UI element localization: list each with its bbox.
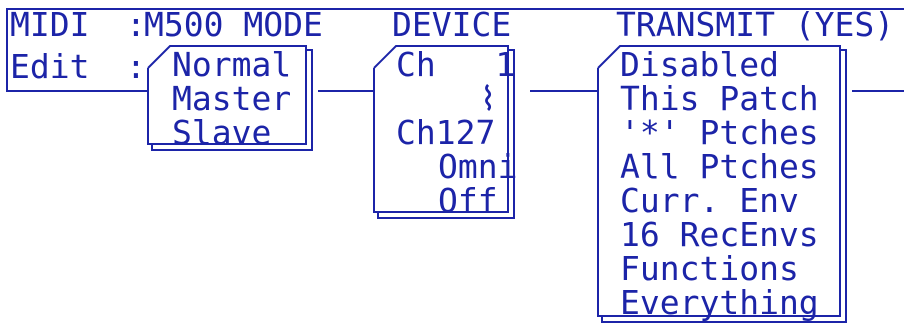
header-bottom-rule [6, 90, 152, 92]
transmit-option-this-patch[interactable]: This Patch [620, 82, 819, 115]
mode-title: M500 MODE [144, 5, 323, 44]
mode-option-normal[interactable]: Normal [172, 48, 291, 81]
device-menu[interactable]: Ch 1 ⌇ Ch127 Omni Off [373, 45, 530, 219]
device-option-omni[interactable]: Omni [438, 150, 517, 183]
midi-screen: MIDI : M500 MODE DEVICE TRANSMIT (YES) E… [0, 0, 904, 325]
transmit-option-16-rec-envs[interactable]: 16 RecEnvs [620, 218, 819, 251]
transmit-option-all-patches[interactable]: All Ptches [620, 150, 819, 183]
device-to-transmit-connector [530, 90, 598, 92]
device-title: DEVICE [392, 5, 512, 44]
mode-option-slave[interactable]: Slave [172, 116, 271, 149]
device-range-indicator: ⌇ [480, 79, 497, 118]
midi-label: MIDI [10, 5, 90, 44]
transmit-title: TRANSMIT (YES) [616, 5, 895, 44]
edit-separator: : [126, 47, 146, 86]
mode-menu[interactable]: Normal Master Slave [147, 45, 316, 151]
header-separator: : [126, 5, 146, 44]
transmit-option-functions[interactable]: Functions [620, 252, 799, 285]
device-option-off[interactable]: Off [438, 184, 498, 217]
transmit-trailing-connector [852, 90, 904, 92]
mode-to-device-connector [318, 90, 374, 92]
transmit-option-everything[interactable]: Everything [620, 286, 819, 319]
transmit-option-star-patches[interactable]: '*' Ptches [620, 116, 819, 149]
transmit-menu[interactable]: Disabled This Patch '*' Ptches All Ptche… [597, 45, 852, 326]
device-channel-last[interactable]: Ch127 [396, 116, 495, 149]
mode-option-master[interactable]: Master [172, 82, 291, 115]
device-channel-first[interactable]: Ch 1 [396, 48, 515, 81]
transmit-option-current-env[interactable]: Curr. Env [620, 184, 799, 217]
transmit-option-disabled[interactable]: Disabled [620, 48, 779, 81]
edit-label: Edit [10, 47, 90, 86]
